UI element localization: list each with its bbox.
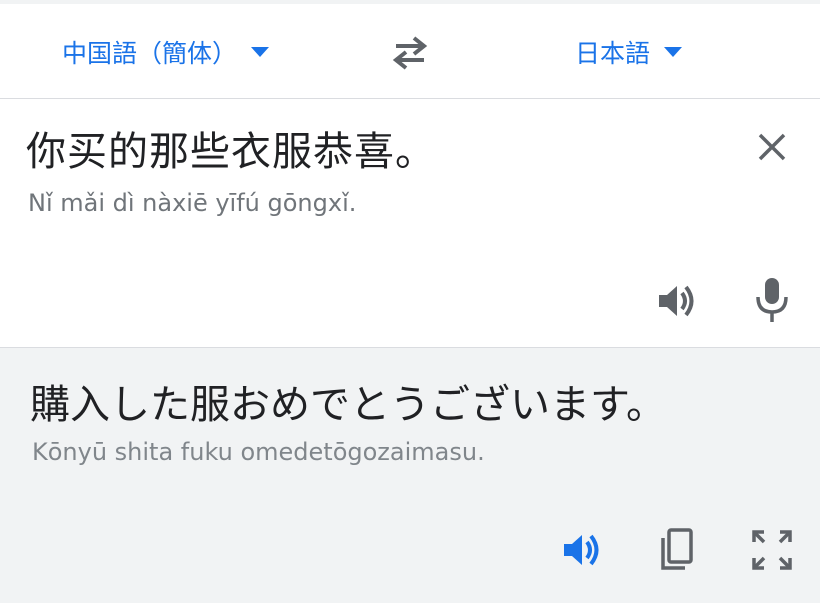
copy-icon[interactable] xyxy=(655,526,699,574)
target-language-label: 日本語 xyxy=(575,39,651,68)
swap-icon[interactable] xyxy=(388,34,432,70)
target-language-selector[interactable]: 日本語 xyxy=(575,32,683,72)
translation-panel: 購入した服おめでとうございます。 Kōnyū shita fuku omedet… xyxy=(0,348,820,603)
source-language-selector[interactable]: 中国語（簡体） xyxy=(62,32,270,72)
translation-romanization: Kōnyū shita fuku omedetōgozaimasu. xyxy=(32,438,485,466)
microphone-icon[interactable] xyxy=(750,275,794,325)
translation-text: 購入した服おめでとうございます。 xyxy=(30,382,666,428)
caret-down-icon xyxy=(251,47,270,57)
speaker-icon[interactable] xyxy=(560,528,604,572)
source-panel: 你买的那些衣服恭喜。 Nǐ mǎi dì nàxiē yīfú gōngxǐ. xyxy=(0,99,820,348)
language-bar: 中国語（簡体） 日本語 xyxy=(0,4,820,99)
close-icon[interactable] xyxy=(752,127,792,167)
source-text[interactable]: 你买的那些衣服恭喜。 xyxy=(26,119,436,177)
speaker-icon[interactable] xyxy=(655,279,699,323)
fullscreen-icon[interactable] xyxy=(750,528,794,572)
source-language-label: 中国語（簡体） xyxy=(62,39,238,68)
caret-down-icon xyxy=(664,47,683,57)
source-romanization: Nǐ mǎi dì nàxiē yīfú gōngxǐ. xyxy=(28,189,357,217)
